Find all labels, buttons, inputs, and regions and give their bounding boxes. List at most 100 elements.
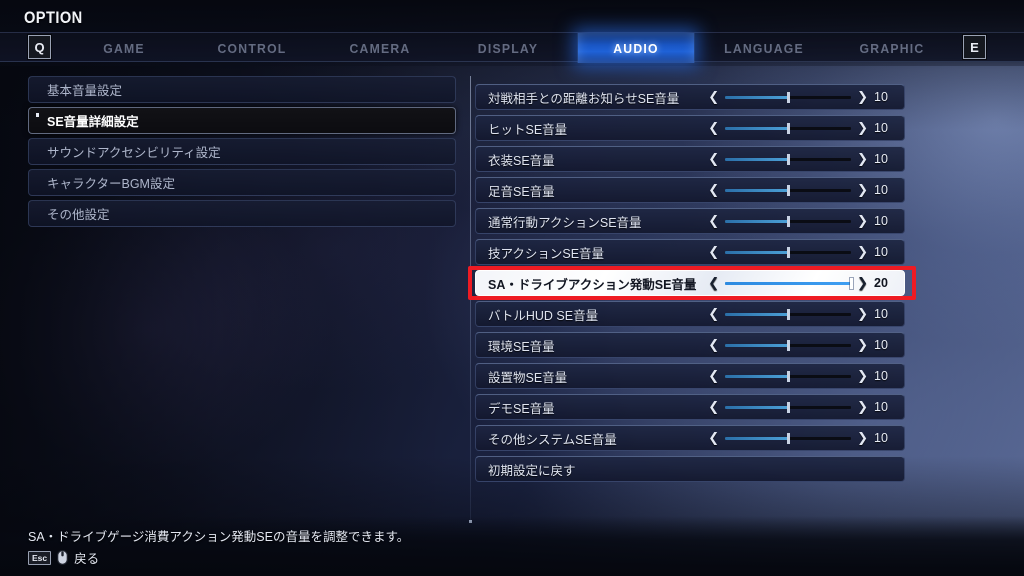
chevron-left-icon[interactable]: ❮ — [708, 370, 719, 383]
slider-track[interactable] — [725, 215, 852, 227]
setting-label: ヒットSE音量 — [488, 122, 568, 137]
setting-row[interactable]: 足音SE音量 ❮ ❯ 10 — [475, 177, 905, 203]
setting-row[interactable]: SA・ドライブアクション発動SE音量 ❮ ❯ 20 — [475, 270, 905, 296]
volume-slider[interactable]: ❮ ❯ 10 — [708, 240, 896, 264]
setting-label: SA・ドライブアクション発動SE音量 — [488, 277, 697, 292]
slider-track[interactable] — [725, 153, 852, 165]
slider-fill — [725, 343, 789, 347]
slider-value: 10 — [874, 121, 888, 135]
volume-slider[interactable]: ❮ ❯ 10 — [708, 85, 896, 109]
sidebar-item-3[interactable]: キャラクターBGM設定 — [28, 169, 456, 196]
setting-row[interactable]: 環境SE音量 ❮ ❯ 10 — [475, 332, 905, 358]
volume-slider[interactable]: ❮ ❯ 10 — [708, 364, 896, 388]
slider-track[interactable] — [725, 246, 852, 258]
volume-slider[interactable]: ❮ ❯ 10 — [708, 426, 896, 450]
sidebar-item-1[interactable]: SE音量詳細設定 — [28, 107, 456, 134]
chevron-left-icon[interactable]: ❮ — [708, 184, 719, 197]
slider-track[interactable] — [725, 339, 852, 351]
chevron-right-icon[interactable]: ❯ — [857, 308, 868, 321]
slider-handle[interactable] — [787, 401, 791, 413]
chevron-left-icon[interactable]: ❮ — [708, 401, 719, 414]
tab-game[interactable]: GAME — [66, 33, 183, 63]
chevron-left-icon[interactable]: ❮ — [708, 277, 719, 290]
chevron-right-icon[interactable]: ❯ — [857, 432, 868, 445]
tab-control[interactable]: CONTROL — [194, 33, 311, 63]
volume-slider[interactable]: ❮ ❯ 10 — [708, 147, 896, 171]
setting-row[interactable]: その他システムSE音量 ❮ ❯ 10 — [475, 425, 905, 451]
slider-handle[interactable] — [787, 215, 791, 227]
chevron-right-icon[interactable]: ❯ — [857, 401, 868, 414]
slider-handle[interactable] — [787, 153, 791, 165]
setting-row[interactable]: バトルHUD SE音量 ❮ ❯ 10 — [475, 301, 905, 327]
sidebar-item-2[interactable]: サウンドアクセシビリティ設定 — [28, 138, 456, 165]
chevron-right-icon[interactable]: ❯ — [857, 246, 868, 259]
mouse-icon — [57, 550, 69, 565]
chevron-right-icon[interactable]: ❯ — [857, 122, 868, 135]
chevron-left-icon[interactable]: ❮ — [708, 153, 719, 166]
tab-display[interactable]: DISPLAY — [450, 33, 567, 63]
chevron-left-icon[interactable]: ❮ — [708, 215, 719, 228]
slider-handle[interactable] — [787, 339, 791, 351]
volume-slider[interactable]: ❮ ❯ 10 — [708, 333, 896, 357]
sidebar-item-label: その他設定 — [47, 208, 110, 222]
footer-bar: SA・ドライブゲージ消費アクション発動SEの音量を調整できます。 Esc 戻る — [0, 516, 1024, 576]
setting-row[interactable]: 対戦相手との距離お知らせSE音量 ❮ ❯ 10 — [475, 84, 905, 110]
slider-handle[interactable] — [850, 277, 854, 289]
slider-track[interactable] — [725, 277, 854, 289]
setting-row[interactable]: デモSE音量 ❮ ❯ 10 — [475, 394, 905, 420]
reset-defaults-button[interactable]: 初期設定に戻す — [475, 456, 905, 482]
slider-handle[interactable] — [787, 308, 791, 320]
volume-slider[interactable]: ❮ ❯ 10 — [708, 395, 896, 419]
slider-handle[interactable] — [787, 122, 791, 134]
prev-tab-key[interactable]: Q — [28, 35, 51, 59]
slider-handle[interactable] — [787, 370, 791, 382]
volume-slider[interactable]: ❮ ❯ 10 — [708, 116, 896, 140]
tab-graphic[interactable]: GRAPHIC — [834, 33, 951, 63]
header-bar: OPTION GAME CONTROL CAMERA DISPLAY AUDIO LANG… — [0, 0, 1024, 66]
chevron-right-icon[interactable]: ❯ — [857, 91, 868, 104]
sidebar-item-label: SE音量詳細設定 — [47, 115, 139, 129]
volume-slider[interactable]: ❮ ❯ 10 — [708, 178, 896, 202]
next-tab-key[interactable]: E — [963, 35, 986, 59]
volume-slider[interactable]: ❮ ❯ 10 — [708, 302, 896, 326]
setting-row[interactable]: ヒットSE音量 ❮ ❯ 10 — [475, 115, 905, 141]
slider-value: 10 — [874, 152, 888, 166]
tab-language[interactable]: LANGUAGE — [706, 33, 823, 63]
slider-track[interactable] — [725, 432, 852, 444]
chevron-right-icon[interactable]: ❯ — [857, 277, 868, 290]
slider-track[interactable] — [725, 91, 852, 103]
chevron-left-icon[interactable]: ❮ — [708, 246, 719, 259]
chevron-right-icon[interactable]: ❯ — [857, 339, 868, 352]
esc-key-badge[interactable]: Esc — [28, 550, 52, 565]
chevron-left-icon[interactable]: ❮ — [708, 339, 719, 352]
volume-slider[interactable]: ❮ ❯ 20 — [708, 271, 896, 295]
setting-row[interactable]: 通常行動アクションSE音量 ❮ ❯ 10 — [475, 208, 905, 234]
chevron-left-icon[interactable]: ❮ — [708, 122, 719, 135]
tab-camera[interactable]: CAMERA — [322, 33, 439, 63]
slider-track[interactable] — [725, 370, 852, 382]
volume-slider[interactable]: ❮ ❯ 10 — [708, 209, 896, 233]
chevron-left-icon[interactable]: ❮ — [708, 432, 719, 445]
setting-row[interactable]: 設置物SE音量 ❮ ❯ 10 — [475, 363, 905, 389]
tab-audio[interactable]: AUDIO — [577, 33, 695, 63]
slider-fill — [725, 281, 852, 285]
chevron-right-icon[interactable]: ❯ — [857, 215, 868, 228]
slider-track[interactable] — [725, 184, 852, 196]
slider-track[interactable] — [725, 122, 852, 134]
chevron-right-icon[interactable]: ❯ — [857, 370, 868, 383]
sidebar-item-0[interactable]: 基本音量設定 — [28, 76, 456, 103]
slider-handle[interactable] — [787, 91, 791, 103]
chevron-left-icon[interactable]: ❮ — [708, 91, 719, 104]
slider-handle[interactable] — [787, 432, 791, 444]
slider-handle[interactable] — [787, 184, 791, 196]
chevron-right-icon[interactable]: ❯ — [857, 153, 868, 166]
slider-handle[interactable] — [787, 246, 791, 258]
slider-track[interactable] — [725, 308, 852, 320]
back-action[interactable]: Esc 戻る — [28, 548, 99, 567]
chevron-right-icon[interactable]: ❯ — [857, 184, 868, 197]
slider-track[interactable] — [725, 401, 852, 413]
setting-row[interactable]: 衣装SE音量 ❮ ❯ 10 — [475, 146, 905, 172]
sidebar-item-4[interactable]: その他設定 — [28, 200, 456, 227]
chevron-left-icon[interactable]: ❮ — [708, 308, 719, 321]
setting-row[interactable]: 技アクションSE音量 ❮ ❯ 10 — [475, 239, 905, 265]
